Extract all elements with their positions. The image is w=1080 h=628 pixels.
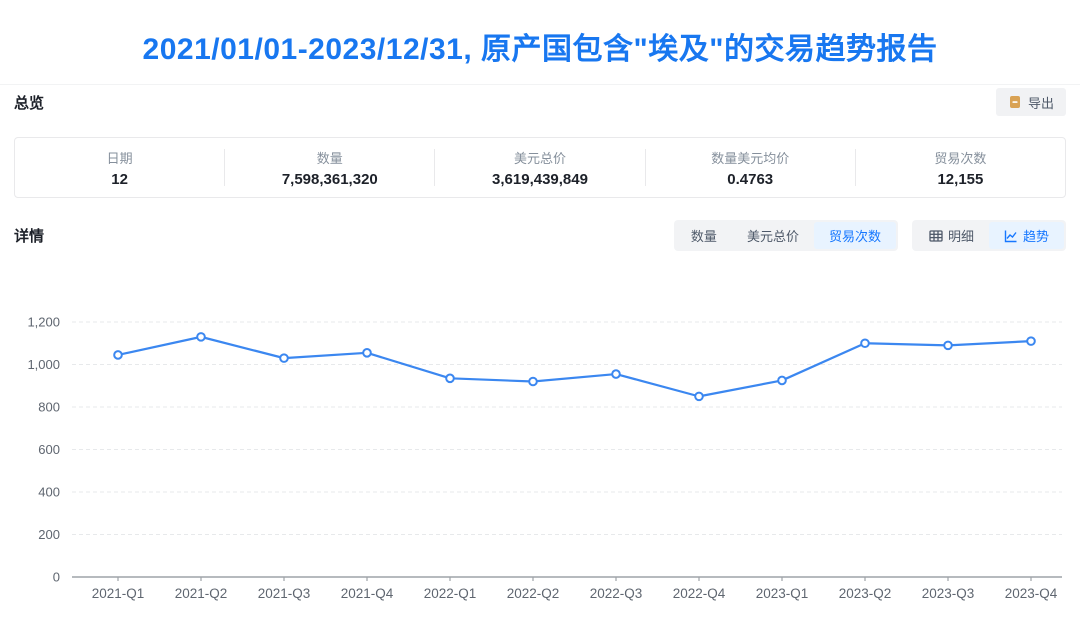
data-point[interactable] [363, 349, 371, 357]
y-axis-tick-label: 0 [53, 570, 60, 585]
detail-header: 详情 数量 美元总价 贸易次数 [14, 220, 1066, 251]
x-axis-tick-label: 2021-Q3 [258, 586, 311, 601]
x-axis-tick-label: 2021-Q1 [92, 586, 145, 601]
tab-usd-total[interactable]: 美元总价 [732, 222, 814, 249]
x-axis-tick-label: 2021-Q4 [341, 586, 394, 601]
y-axis-tick-label: 1,000 [27, 357, 60, 372]
tab-label: 数量 [691, 226, 717, 245]
data-point[interactable] [612, 370, 620, 378]
stat-value: 3,619,439,849 [492, 171, 588, 188]
x-axis-tick-label: 2023-Q4 [1005, 586, 1058, 601]
y-axis-tick-label: 1,200 [27, 315, 60, 330]
tab-detail-view[interactable]: 明细 [914, 222, 989, 249]
page-title: 2021/01/01-2023/12/31, 原产国包含"埃及"的交易趋势报告 [0, 24, 1080, 68]
trend-report-page: 2021/01/01-2023/12/31, 原产国包含"埃及"的交易趋势报告 … [0, 0, 1080, 628]
x-axis-tick-label: 2022-Q4 [673, 586, 726, 601]
data-point[interactable] [1027, 337, 1035, 345]
tab-label: 趋势 [1023, 226, 1049, 245]
view-tab-group: 明细 趋势 [912, 220, 1066, 251]
data-point[interactable] [529, 378, 537, 386]
trend-line-series [118, 337, 1031, 397]
data-point[interactable] [861, 339, 869, 347]
overview-header: 总览 导出 [14, 88, 1066, 116]
stat-value: 0.4763 [727, 171, 773, 188]
stat-value: 12 [111, 171, 128, 188]
metric-tab-group: 数量 美元总价 贸易次数 [674, 220, 898, 251]
stat-label: 日期 [107, 148, 133, 167]
data-point[interactable] [280, 354, 288, 362]
tab-quantity[interactable]: 数量 [676, 222, 732, 249]
x-axis-tick-label: 2023-Q1 [756, 586, 809, 601]
export-file-icon [1008, 95, 1022, 109]
export-button-label: 导出 [1028, 93, 1054, 112]
x-axis-tick-label: 2022-Q2 [507, 586, 560, 601]
y-axis-tick-label: 800 [38, 400, 60, 415]
export-button[interactable]: 导出 [996, 88, 1066, 116]
stat-trade-count: 贸易次数 12,155 [856, 138, 1065, 197]
data-point[interactable] [944, 342, 952, 350]
stat-label: 数量美元均价 [711, 148, 789, 167]
tab-label: 明细 [948, 226, 974, 245]
data-point[interactable] [114, 351, 122, 359]
tab-label: 美元总价 [747, 226, 799, 245]
data-point[interactable] [695, 393, 703, 401]
overview-section-label: 总览 [14, 92, 44, 113]
y-axis-tick-label: 600 [38, 442, 60, 457]
stat-value: 12,155 [937, 171, 983, 188]
table-icon [929, 229, 943, 243]
detail-section-label: 详情 [14, 225, 44, 246]
tab-trend-view[interactable]: 趋势 [989, 222, 1064, 249]
overview-stats-card: 日期 12 数量 7,598,361,320 美元总价 3,619,439,84… [14, 137, 1066, 198]
data-point[interactable] [197, 333, 205, 341]
tab-label: 贸易次数 [829, 226, 881, 245]
line-chart-icon [1004, 229, 1018, 243]
stat-value: 7,598,361,320 [282, 171, 378, 188]
data-point[interactable] [446, 375, 454, 383]
x-axis-tick-label: 2021-Q2 [175, 586, 228, 601]
y-axis-tick-label: 400 [38, 485, 60, 500]
stat-label: 美元总价 [514, 148, 566, 167]
tab-trade-count[interactable]: 贸易次数 [814, 222, 896, 249]
x-axis-tick-label: 2022-Q3 [590, 586, 643, 601]
x-axis-tick-label: 2022-Q1 [424, 586, 477, 601]
stat-date: 日期 12 [15, 138, 224, 197]
stat-label: 贸易次数 [934, 148, 986, 167]
detail-tab-area: 数量 美元总价 贸易次数 [674, 220, 1066, 251]
stat-avg-usd-price: 数量美元均价 0.4763 [646, 138, 855, 197]
stat-usd-total: 美元总价 3,619,439,849 [435, 138, 644, 197]
stat-quantity: 数量 7,598,361,320 [225, 138, 434, 197]
trend-chart-svg[interactable]: 0 200 400 600 800 1,000 1,200 2021-Q1 2021-Q2 202… [14, 300, 1066, 620]
y-axis-tick-label: 200 [38, 527, 60, 542]
stat-label: 数量 [317, 148, 343, 167]
x-axis-tick-label: 2023-Q3 [922, 586, 975, 601]
x-axis-tick-label: 2023-Q2 [839, 586, 892, 601]
data-point[interactable] [778, 377, 786, 385]
header-divider [0, 84, 1080, 85]
trend-chart[interactable]: 0 200 400 600 800 1,000 1,200 2021-Q1 2021-Q2 202… [14, 300, 1066, 620]
